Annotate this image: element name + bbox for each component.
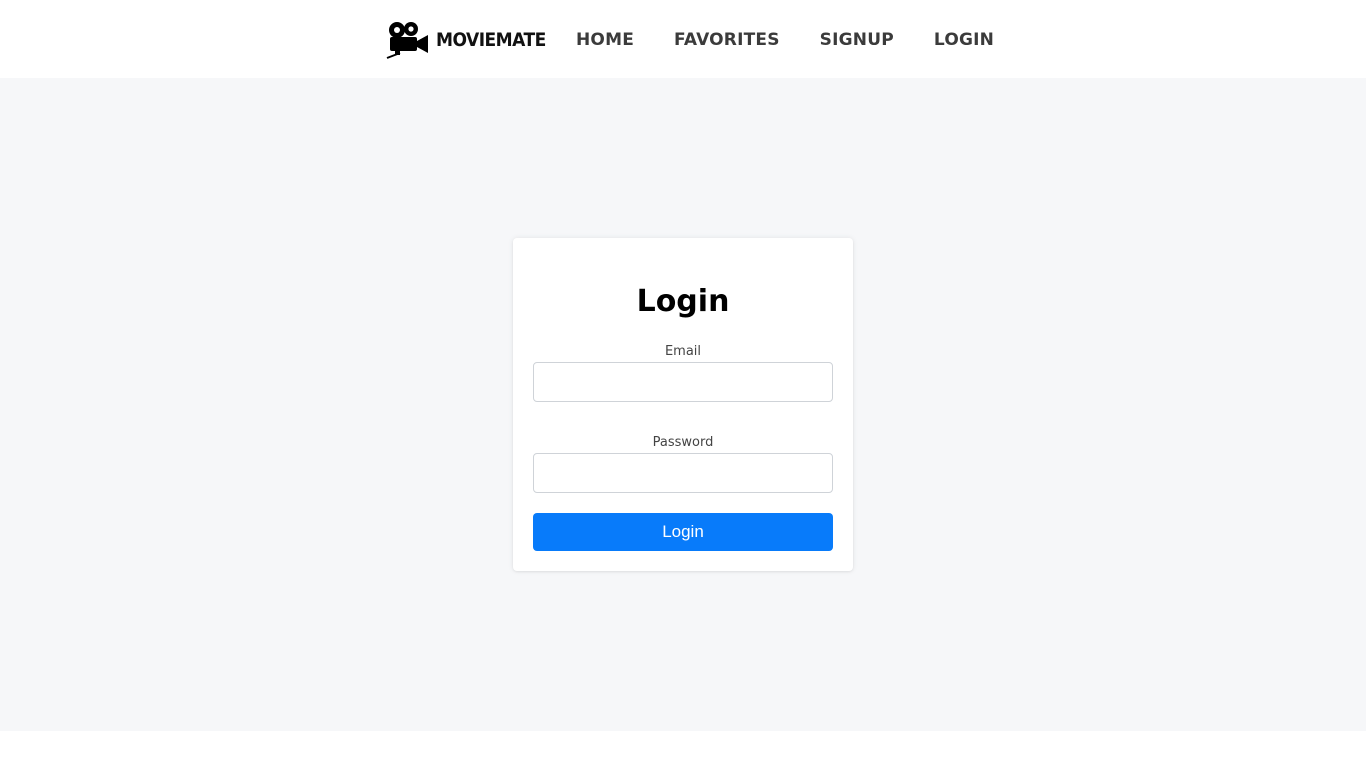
email-field[interactable] — [533, 362, 833, 402]
brand-logo-link[interactable]: MOVIEMATE — [386, 20, 558, 60]
nav-signup-link[interactable]: SIGNUP — [820, 30, 894, 50]
nav-favorites-link[interactable]: FAVORITES — [674, 30, 780, 50]
password-label: Password — [652, 435, 714, 450]
navbar: MOVIEMATE HOME FAVORITES SIGNUP LOGIN — [0, 0, 1366, 78]
main-nav: HOME FAVORITES SIGNUP LOGIN — [576, 0, 994, 80]
main-content: Login Email Password Login — [0, 78, 1366, 731]
email-label: Email — [664, 344, 702, 359]
brand-name: MOVIEMATE — [436, 29, 546, 51]
login-button[interactable]: Login — [533, 513, 833, 551]
login-title: Login — [636, 284, 730, 319]
login-form: Login Email Password Login — [513, 238, 853, 571]
nav-home-link[interactable]: HOME — [576, 30, 634, 50]
nav-login-link[interactable]: LOGIN — [934, 30, 994, 50]
password-field[interactable] — [533, 453, 833, 493]
movie-camera-icon — [386, 20, 430, 60]
